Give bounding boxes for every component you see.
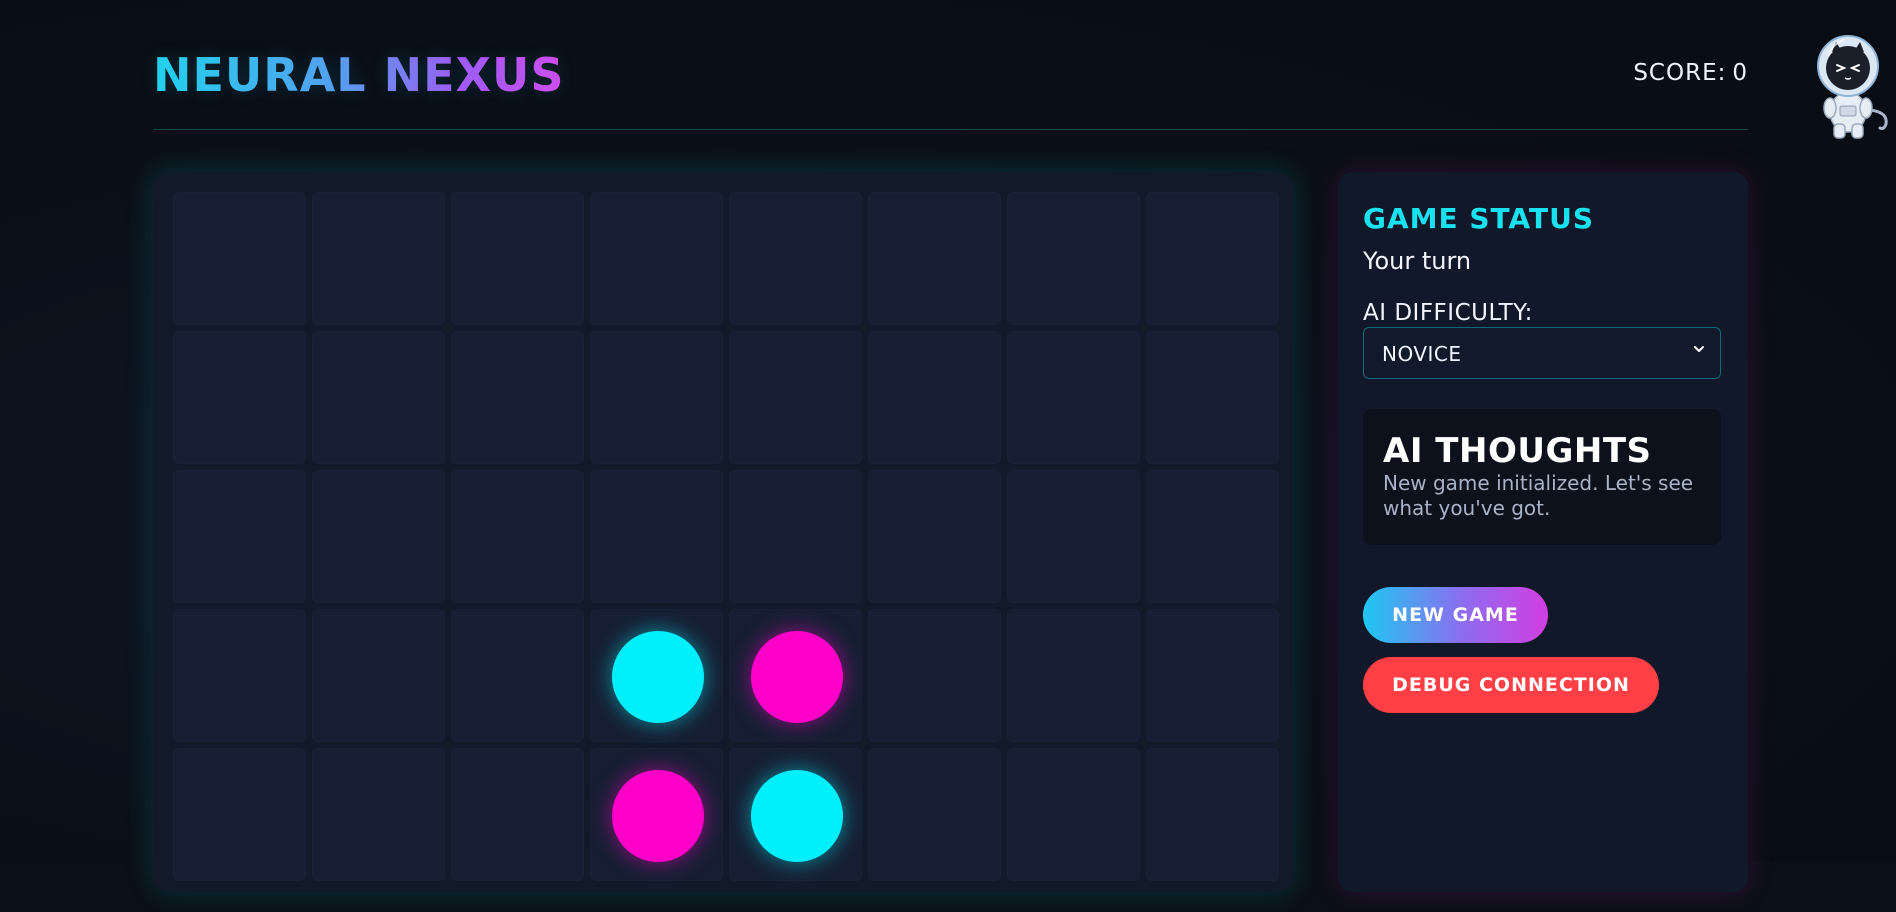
debug-connection-button[interactable]: DEBUG CONNECTION xyxy=(1363,657,1659,713)
board-cell[interactable] xyxy=(1007,331,1140,464)
board-cell[interactable] xyxy=(312,192,445,325)
board-cell[interactable] xyxy=(868,470,1001,603)
score-value: 0 xyxy=(1732,60,1748,86)
score-label: SCORE: xyxy=(1633,60,1727,86)
board-cell[interactable] xyxy=(729,748,862,881)
magenta-disc xyxy=(751,631,843,723)
logo-part-1: NEURAL xyxy=(153,48,367,102)
ai-thoughts-box: AI THOUGHTS New game initialized. Let's … xyxy=(1363,409,1721,545)
ai-thoughts-text: New game initialized. Let's see what you… xyxy=(1383,471,1694,520)
board-cell[interactable] xyxy=(173,609,306,742)
side-panel: GAME STATUS Your turn AI DIFFICULTY: NOV… xyxy=(1338,172,1748,892)
board-cell[interactable] xyxy=(312,331,445,464)
board-cell[interactable] xyxy=(729,331,862,464)
board-cell[interactable] xyxy=(729,609,862,742)
board-cell[interactable] xyxy=(1007,748,1140,881)
app-root: NEURAL NEXUS SCORE: 0 GAME STATUS Your tu… xyxy=(153,0,1748,892)
score-display: SCORE: 0 xyxy=(1633,60,1748,86)
board-cell[interactable] xyxy=(451,609,584,742)
board-cell[interactable] xyxy=(173,331,306,464)
board-cell[interactable] xyxy=(173,192,306,325)
board-cell[interactable] xyxy=(868,748,1001,881)
board-cell[interactable] xyxy=(868,192,1001,325)
board-cell[interactable] xyxy=(590,609,723,742)
board-cell[interactable] xyxy=(729,192,862,325)
chevron-down-icon xyxy=(1694,346,1704,352)
board-cell[interactable] xyxy=(1146,192,1279,325)
board-cell[interactable] xyxy=(1146,609,1279,742)
ai-thoughts-title: AI THOUGHTS xyxy=(1383,431,1652,471)
astronaut-mascot-icon xyxy=(1817,35,1888,139)
game-status-text: Your turn xyxy=(1363,247,1472,275)
game-board xyxy=(153,172,1293,892)
board-cell[interactable] xyxy=(1146,331,1279,464)
board-cell[interactable] xyxy=(1146,748,1279,881)
logo-part-2: NEXUS xyxy=(383,48,565,102)
difficulty-selected-value: NOVICE xyxy=(1382,342,1462,366)
app-logo: NEURAL NEXUS xyxy=(153,48,565,102)
board-cell[interactable] xyxy=(173,748,306,881)
board-cell[interactable] xyxy=(312,748,445,881)
board-cell[interactable] xyxy=(451,192,584,325)
header: NEURAL NEXUS SCORE: 0 xyxy=(153,0,1748,130)
board-cell[interactable] xyxy=(451,470,584,603)
magenta-disc xyxy=(612,770,704,862)
new-game-button[interactable]: NEW GAME xyxy=(1363,587,1548,643)
board-cell[interactable] xyxy=(590,470,723,603)
game-status-title: GAME STATUS xyxy=(1363,202,1594,235)
board-cell[interactable] xyxy=(868,609,1001,742)
board-cell[interactable] xyxy=(868,331,1001,464)
cyan-disc xyxy=(751,770,843,862)
board-cell[interactable] xyxy=(312,609,445,742)
board-cell[interactable] xyxy=(451,748,584,881)
board-cell[interactable] xyxy=(590,331,723,464)
board-cell[interactable] xyxy=(1146,470,1279,603)
board-cell[interactable] xyxy=(173,470,306,603)
cyan-disc xyxy=(612,631,704,723)
board-cell[interactable] xyxy=(729,470,862,603)
board-cell[interactable] xyxy=(1007,470,1140,603)
board-cell[interactable] xyxy=(451,331,584,464)
board-cell[interactable] xyxy=(590,748,723,881)
board-cell[interactable] xyxy=(1007,609,1140,742)
difficulty-label: AI DIFFICULTY: xyxy=(1363,300,1533,326)
difficulty-select[interactable]: NOVICE xyxy=(1363,327,1721,379)
board-cell[interactable] xyxy=(1007,192,1140,325)
board-grid xyxy=(173,192,1285,912)
board-cell[interactable] xyxy=(312,470,445,603)
board-cell[interactable] xyxy=(590,192,723,325)
